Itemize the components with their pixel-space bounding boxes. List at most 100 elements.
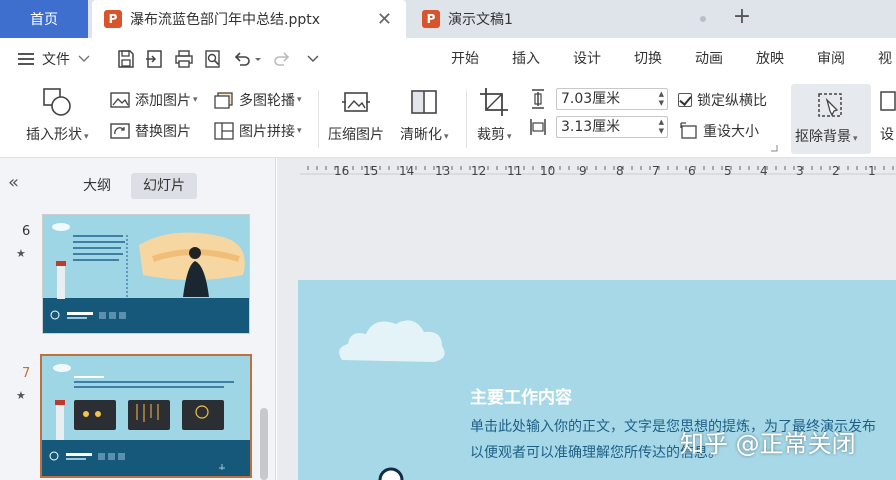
collage-icon xyxy=(214,122,234,140)
add-image-button[interactable]: 添加图片 ▾ xyxy=(110,90,198,110)
nav-tab-animation[interactable]: 动画 xyxy=(695,38,723,80)
nav-tab-slideshow[interactable]: 放映 xyxy=(756,38,784,80)
slide-thumbnail-6[interactable] xyxy=(42,214,250,334)
ruler-label: 14 xyxy=(399,164,414,178)
dropdown-caret-icon: ▾ xyxy=(297,126,302,136)
menu-row: 文件 开始 插入 设计 切换 动画 放映 审阅 视 xyxy=(0,38,896,80)
ruler-label: 10 xyxy=(540,164,555,178)
crop-label: 裁剪 xyxy=(477,127,505,143)
unsaved-dot-icon xyxy=(700,16,706,22)
slide-animation-star-icon: ★ xyxy=(16,247,26,260)
width-input[interactable]: 3.13厘米 ▲ ▼ xyxy=(556,116,668,138)
nav-tab-transition[interactable]: 切换 xyxy=(634,38,662,80)
close-tab-icon[interactable]: ✕ xyxy=(377,9,392,30)
ruler-label: 3 xyxy=(796,164,804,178)
print-icon[interactable] xyxy=(174,49,194,69)
slide-number: 7 xyxy=(22,366,31,381)
sharpen-label: 清晰化 xyxy=(400,127,442,143)
dropdown-caret-icon: ▾ xyxy=(507,132,512,142)
reset-size-button[interactable]: 重设大小 xyxy=(680,121,759,141)
nav-tab-start[interactable]: 开始 xyxy=(451,38,479,80)
tab-outline[interactable]: 大纲 xyxy=(71,173,123,199)
redo-icon[interactable] xyxy=(272,49,292,69)
nav-tab-design[interactable]: 设计 xyxy=(573,38,601,80)
crop-button[interactable]: 裁剪 ▾ xyxy=(477,86,512,144)
lock-aspect-ratio-label: 锁定纵横比 xyxy=(697,93,767,109)
print-preview-icon[interactable] xyxy=(203,49,223,69)
replace-image-label: 替换图片 xyxy=(135,124,191,140)
cloud-decoration xyxy=(339,320,445,362)
nav-tab-review[interactable]: 审阅 xyxy=(817,38,845,80)
undo-icon[interactable] xyxy=(232,49,252,69)
dropdown-caret-icon: ▾ xyxy=(297,95,302,105)
replace-image-icon xyxy=(110,123,130,139)
replace-image-button[interactable]: 替换图片 xyxy=(110,121,191,141)
sharpen-button[interactable]: 清晰化 ▾ xyxy=(400,86,449,144)
undo-dropdown-icon[interactable] xyxy=(253,49,263,69)
nav-tab-view[interactable]: 视 xyxy=(878,38,892,80)
add-image-label: 添加图片 xyxy=(135,93,191,109)
ruler-label: 8 xyxy=(616,164,624,178)
width-icon xyxy=(530,119,546,135)
remove-background-label: 抠除背景 xyxy=(795,129,851,145)
ruler-label: 5 xyxy=(724,164,732,178)
file-menu-button[interactable]: 文件 xyxy=(18,38,90,80)
lighthouse-top-decoration xyxy=(378,467,404,480)
carousel-icon xyxy=(214,92,233,109)
ribbon-divider xyxy=(318,90,319,148)
ruler-label: 2 xyxy=(832,164,840,178)
remove-background-button[interactable]: 抠除背景 ▾ xyxy=(791,84,871,154)
insert-shape-label: 插入形状 xyxy=(26,127,82,143)
reset-size-icon xyxy=(680,122,697,139)
spinner-arrows-icon[interactable]: ▲ ▼ xyxy=(659,90,664,108)
ppt-file-icon: P xyxy=(104,10,122,28)
settings-icon xyxy=(880,91,896,111)
tab-document-title: 瀑布流蓝色部门年中总结.pptx xyxy=(130,12,320,28)
panel-scrollbar[interactable] xyxy=(260,408,268,480)
tab-slides[interactable]: 幻灯片 xyxy=(131,173,197,199)
customize-toolbar-icon[interactable] xyxy=(303,49,323,69)
lock-aspect-ratio-checkbox[interactable]: 锁定纵横比 xyxy=(678,90,767,110)
image-collage-label: 图片拼接 xyxy=(239,124,295,140)
slide-title[interactable]: 主要工作内容 xyxy=(470,383,572,408)
slide-6-preview xyxy=(50,223,245,320)
settings-label: 设 xyxy=(880,127,894,143)
ruler-label: 1 xyxy=(868,164,876,178)
insert-shape-button[interactable]: 插入形状 ▾ xyxy=(26,86,89,144)
dropdown-caret-icon: ▾ xyxy=(444,132,449,142)
dropdown-caret-icon: ▾ xyxy=(853,134,858,144)
dropdown-caret-icon: ▾ xyxy=(193,95,198,105)
settings-button-partial[interactable]: 设 xyxy=(877,86,896,144)
compress-image-button[interactable]: 压缩图片 xyxy=(328,86,384,144)
export-icon[interactable] xyxy=(145,49,165,69)
ruler-label: 9 xyxy=(579,164,587,178)
hamburger-icon xyxy=(18,53,34,65)
ribbon-divider xyxy=(466,90,467,148)
dialog-launcher-icon[interactable] xyxy=(770,144,778,152)
compress-image-icon xyxy=(342,92,370,112)
tab-bar: 首页 P 瀑布流蓝色部门年中总结.pptx ✕ P 演示文稿1 + xyxy=(0,0,896,38)
sharpen-icon xyxy=(411,90,438,114)
save-icon[interactable] xyxy=(116,49,136,69)
collapse-panel-icon[interactable]: « xyxy=(8,172,19,193)
tab-home[interactable]: 首页 xyxy=(0,0,88,38)
tab-document-2[interactable]: P 演示文稿1 xyxy=(410,0,722,38)
slide-thumbnail-7[interactable] xyxy=(40,354,252,478)
height-input[interactable]: 7.03厘米 ▲ ▼ xyxy=(556,88,668,110)
crop-icon xyxy=(480,88,509,116)
shapes-icon xyxy=(43,88,72,116)
ruler-label: 11 xyxy=(507,164,522,178)
spinner-arrows-icon[interactable]: ▲ ▼ xyxy=(659,118,664,136)
tab-document-active[interactable]: P 瀑布流蓝色部门年中总结.pptx ✕ xyxy=(92,0,406,38)
new-tab-button[interactable]: + xyxy=(730,4,754,29)
remove-background-icon xyxy=(818,93,842,117)
ruler-label: 6 xyxy=(688,164,696,178)
image-icon xyxy=(110,92,130,108)
width-value: 3.13厘米 xyxy=(561,119,621,135)
image-collage-button[interactable]: 图片拼接 ▾ xyxy=(214,121,302,141)
height-icon xyxy=(532,89,544,109)
nav-tab-insert[interactable]: 插入 xyxy=(512,38,540,80)
slide-number: 6 xyxy=(22,224,31,239)
horizontal-ruler: 16 15 14 13 12 11 10 9 8 7 6 5 4 3 2 1 xyxy=(300,164,896,178)
multi-image-carousel-button[interactable]: 多图轮播 ▾ xyxy=(214,90,302,110)
